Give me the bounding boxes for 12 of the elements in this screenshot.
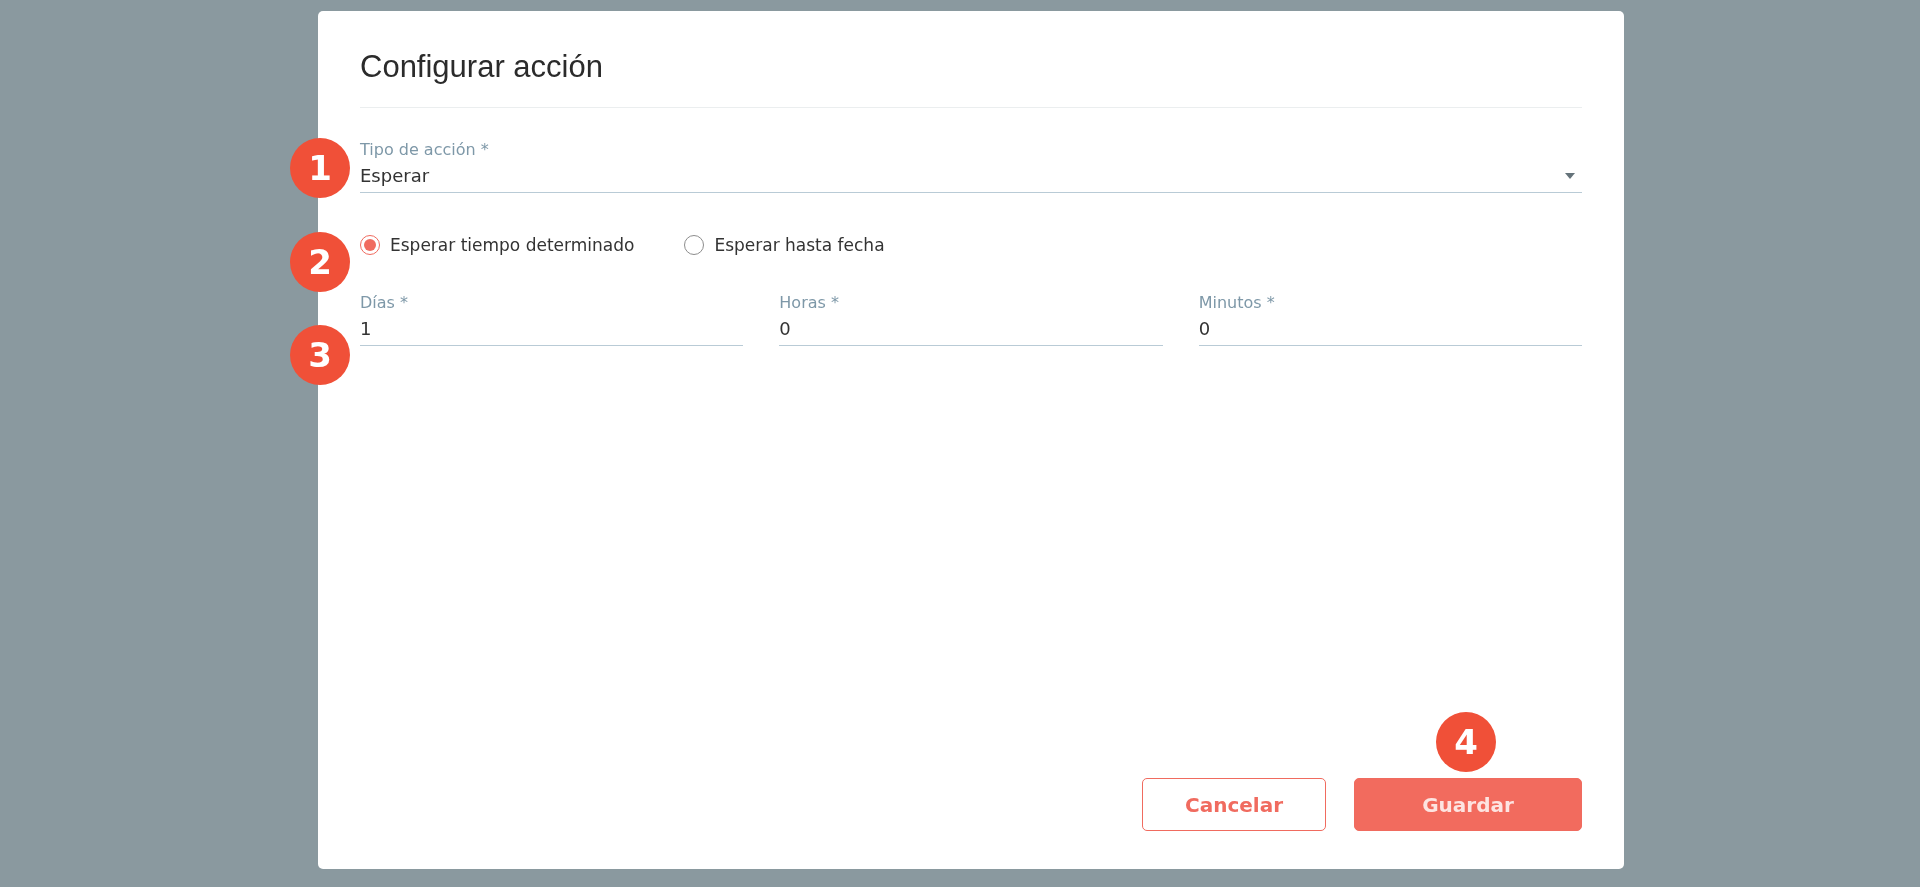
number-field[interactable]: Horas * 0 [779,293,1163,346]
step-number-marker: 4 [1436,712,1496,772]
radio-option[interactable]: Esperar tiempo determinado [360,235,635,255]
step-number-marker: 3 [290,325,350,385]
dialog-title: Configurar acción [360,11,1582,108]
caret-icon [1564,171,1576,180]
radio-option[interactable]: Esperar hasta fecha [684,235,885,255]
number-field[interactable]: Días * 1 [360,293,744,346]
action-type-select[interactable]: Tipo de acción * Esperar [360,140,1582,193]
number-field[interactable]: Minutos * 0 [1198,293,1582,346]
step-number-marker: 2 [290,232,350,292]
step-number-marker: 1 [290,138,350,198]
